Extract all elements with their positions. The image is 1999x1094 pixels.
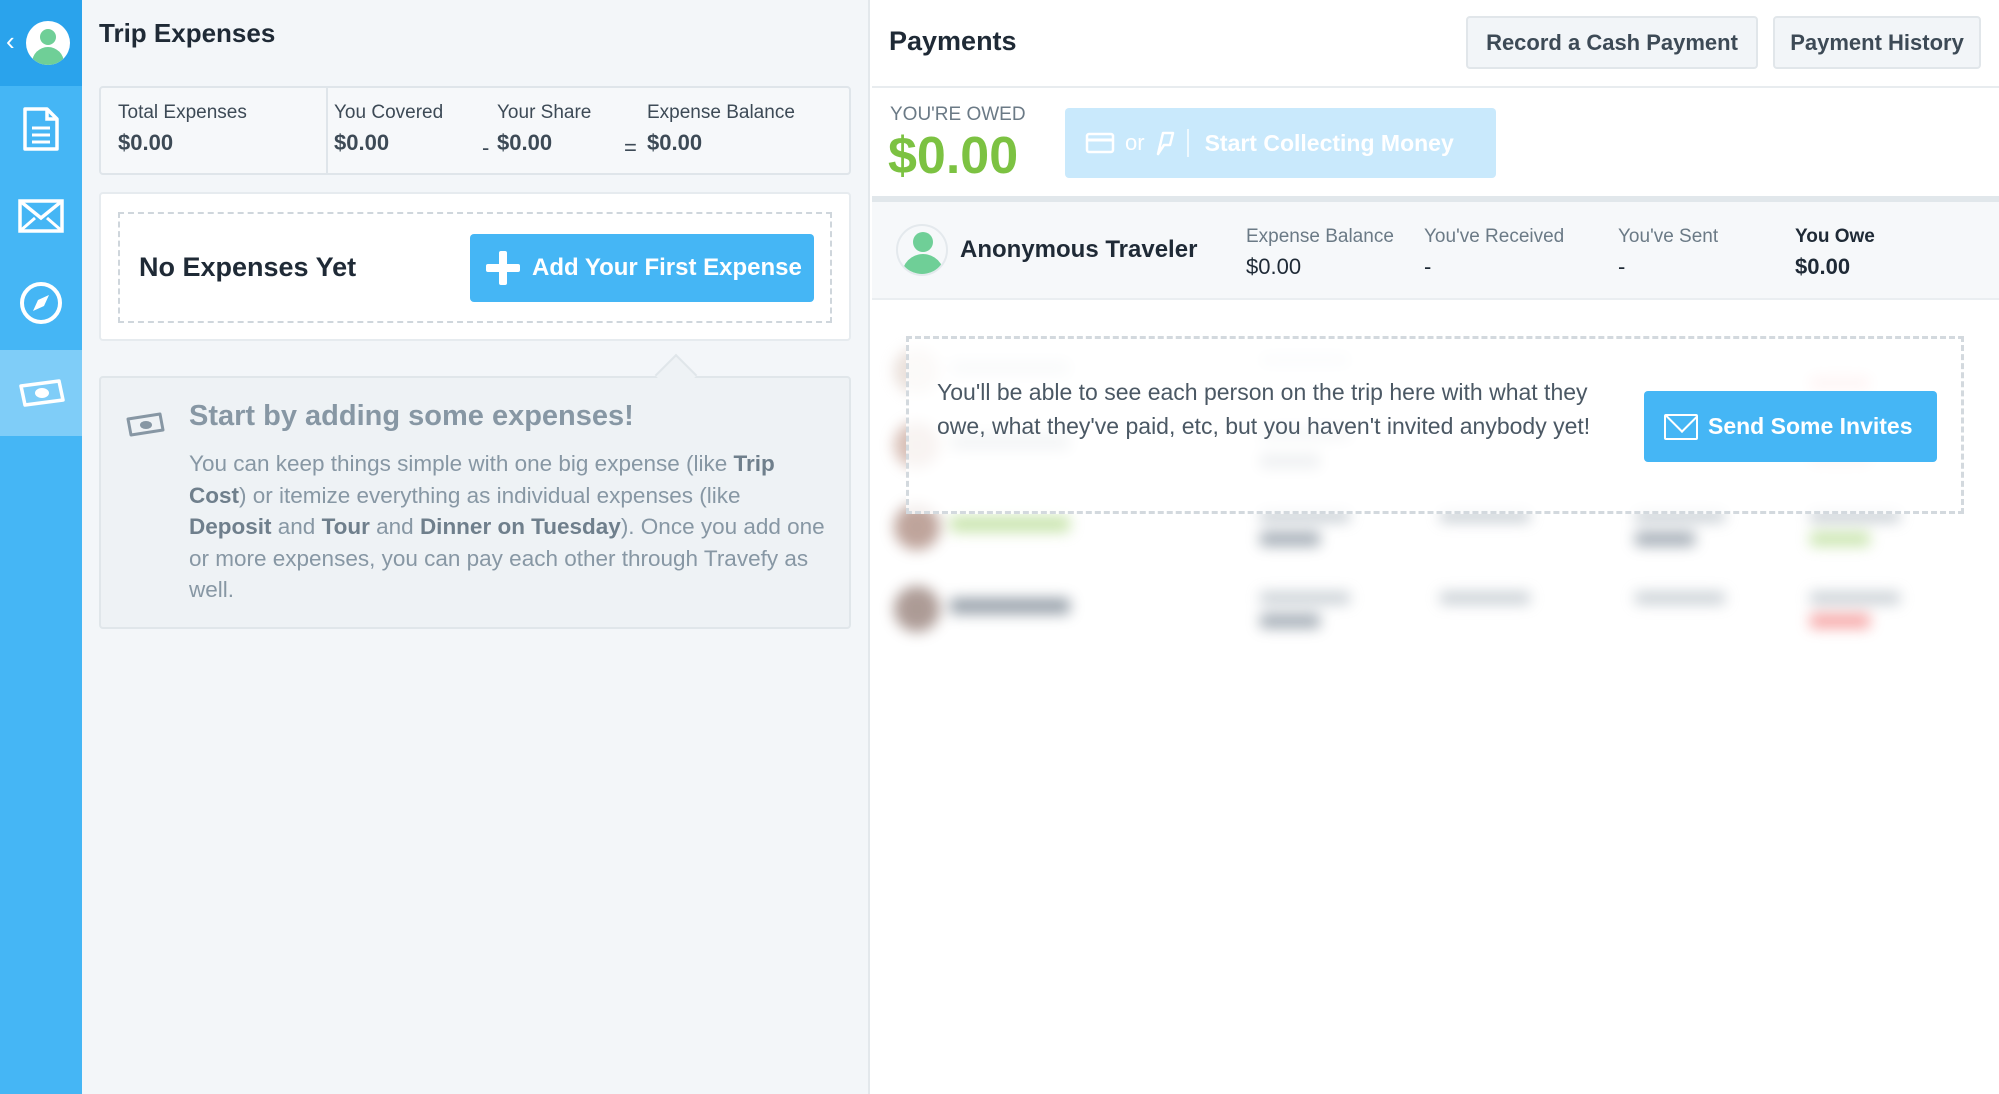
traveler-avatar-icon [896,224,948,276]
owe-value: $0.00 [1795,254,1851,279]
compass-icon [20,282,62,324]
document-icon [23,107,59,151]
traveler-name: Anonymous Traveler [960,236,1198,263]
traveler-expense-balance: Expense Balance $0.00 [1246,226,1394,280]
equals-operator: = [624,135,637,160]
credit-card-icon [1085,132,1115,154]
start-collecting-label: Start Collecting Money [1204,129,1454,156]
payments-panel: Payments Record a Cash Payment Payment H… [872,0,1999,1094]
your-share-value: $0.00 [497,130,553,155]
total-expenses-value: $0.00 [118,130,174,155]
page-title: Trip Expenses [99,18,276,48]
add-first-expense-button[interactable]: Add Your First Expense [470,234,814,302]
envelope-icon [1664,413,1698,440]
sidebar-item-messages[interactable] [0,173,82,259]
traveler-sent: You've Sent - [1618,226,1718,280]
payments-title: Payments [889,26,1017,56]
expense-balance-label: Expense Balance [647,102,795,123]
sidebar-item-explore[interactable] [0,260,82,346]
mail-icon [18,199,64,233]
owed-amount: $0.00 [888,127,1019,185]
tip-pointer [654,353,698,397]
you-covered-value: $0.00 [334,130,390,155]
divider [872,86,1999,88]
expenses-tip: Start by adding some expenses! You can k… [99,353,851,629]
summary-divider [326,88,328,173]
sidebar-header[interactable]: ‹ [0,0,82,86]
expense-balance-label: Expense Balance [1246,226,1394,247]
expense-balance: Expense Balance $0.00 [647,102,795,156]
you-covered: You Covered $0.00 [334,102,443,156]
owe-label: You Owe [1795,226,1875,247]
tip-title: Start by adding some expenses! [189,400,634,432]
your-share: Your Share $0.00 [497,102,591,156]
record-cash-payment-button[interactable]: Record a Cash Payment [1466,16,1758,69]
bank-icon [1156,131,1174,156]
collect-separator [1186,129,1189,157]
received-label: You've Received [1424,226,1565,247]
payment-history-button[interactable]: Payment History [1773,16,1981,69]
sent-value: - [1618,254,1626,279]
invite-message: You'll be able to see each person on the… [937,379,1591,439]
money-icon [126,412,165,437]
tip-body: You can keep things simple with one big … [189,451,825,602]
money-icon [19,379,65,407]
plus-icon [486,251,520,285]
received-value: - [1424,254,1432,279]
you-covered-label: You Covered [334,102,444,123]
empty-expenses-box: No Expenses Yet Add Your First Expense [118,212,832,323]
send-invites-button[interactable]: Send Some Invites [1644,391,1937,462]
owed-label: YOU'RE OWED [890,104,1026,125]
sent-label: You've Sent [1618,226,1719,247]
your-share-label: Your Share [497,102,592,123]
no-expenses-label: No Expenses Yet [139,252,357,282]
user-avatar-icon[interactable] [26,21,70,65]
total-expenses: Total Expenses $0.00 [118,102,247,156]
back-chevron-icon[interactable]: ‹ [6,28,15,54]
invite-prompt: You'll be able to see each person on the… [906,336,1964,514]
minus-operator: - [482,135,490,160]
traveler-received: You've Received - [1424,226,1564,280]
sidebar: ‹ [0,0,82,1094]
total-expenses-label: Total Expenses [118,102,247,123]
placeholder-row [890,578,1980,640]
expense-balance-value: $0.00 [1246,254,1302,279]
expense-balance-value: $0.00 [647,130,703,155]
empty-expenses-card: No Expenses Yet Add Your First Expense [99,192,851,341]
expenses-panel: Trip Expenses Total Expenses $0.00 You C… [82,0,870,1094]
sidebar-item-expenses[interactable] [0,350,82,436]
start-collecting-button[interactable]: or Start Collecting Money [1065,108,1496,178]
traveler-owe: You Owe $0.00 [1795,226,1875,280]
collect-or-label: or [1125,130,1145,155]
traveler-row: Anonymous Traveler Expense Balance $0.00… [872,202,1999,300]
add-first-expense-label: Add Your First Expense [532,254,802,281]
send-invites-label: Send Some Invites [1708,413,1913,439]
sidebar-item-itinerary[interactable] [0,86,82,172]
expense-summary: Total Expenses $0.00 You Covered $0.00 -… [99,86,851,175]
